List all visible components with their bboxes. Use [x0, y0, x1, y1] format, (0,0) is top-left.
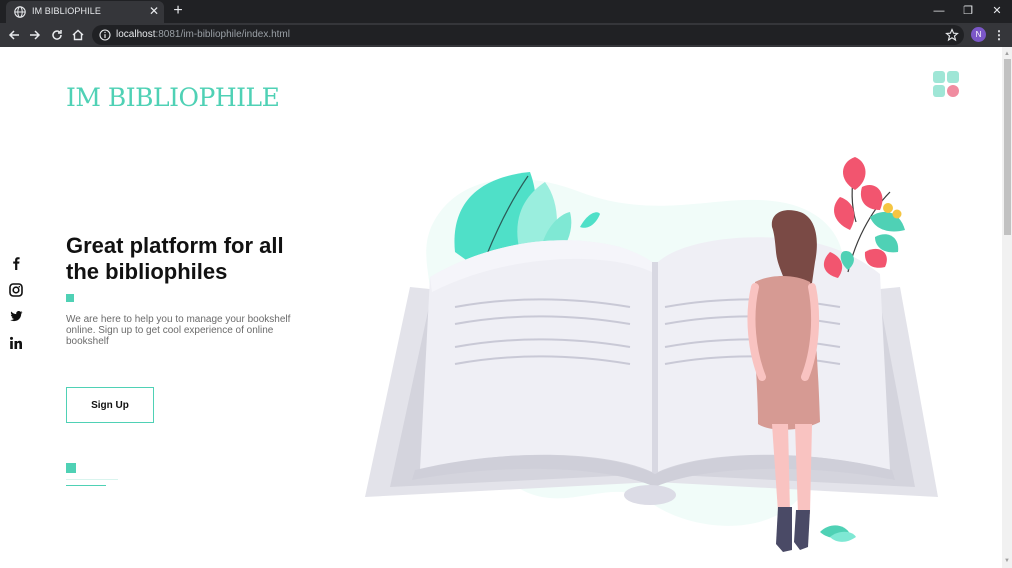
yellow-bud — [892, 209, 902, 219]
book-bookmark — [624, 485, 676, 505]
close-window-button[interactable]: ✕ — [983, 2, 1011, 20]
grid-menu-icon[interactable] — [933, 71, 961, 99]
bookmark-star-icon[interactable] — [944, 27, 960, 43]
sign-up-button[interactable]: Sign Up — [66, 387, 154, 423]
hero-description: We are here to help you to manage your b… — [66, 314, 291, 347]
page-viewport: IM BIBLIOPHILE Great platform for all th… — [0, 47, 1002, 568]
site-logo[interactable]: IM BIBLIOPHILE — [66, 83, 280, 112]
globe-icon — [14, 6, 26, 18]
arrow-left-icon — [8, 30, 19, 40]
book-spine — [652, 262, 658, 474]
instagram-icon[interactable] — [8, 282, 24, 298]
scrollbar-thumb[interactable] — [1004, 59, 1011, 235]
scroll-up-arrow-icon[interactable]: ▲ — [1002, 50, 1012, 58]
pink-petal — [834, 197, 855, 230]
slide-indicator-square — [66, 463, 76, 473]
profile-avatar[interactable]: N — [971, 27, 986, 42]
woman-leg — [795, 424, 812, 514]
forward-button[interactable] — [26, 26, 44, 44]
pink-petal — [842, 157, 866, 190]
scroll-down-arrow-icon[interactable]: ▼ — [1002, 557, 1012, 565]
slide-indicator-track — [66, 479, 118, 480]
arrow-right-icon — [30, 30, 41, 40]
reload-button[interactable] — [48, 26, 66, 44]
minimize-button[interactable]: — — [925, 2, 953, 20]
woman-shoe — [794, 510, 810, 550]
woman-shoe — [776, 507, 792, 552]
hero-headline: Great platform for all the bibliophiles — [66, 233, 284, 284]
browser-menu-icon[interactable]: ⋮ — [992, 27, 1006, 43]
url-path: :8081/im-bibliophile/index.html — [155, 29, 290, 40]
home-icon — [72, 29, 84, 41]
facebook-icon[interactable] — [8, 255, 24, 271]
pink-petal — [864, 248, 887, 268]
linkedin-icon[interactable] — [8, 335, 24, 351]
yellow-bud — [883, 203, 893, 213]
browser-toolbar: localhost:8081/im-bibliophile/index.html… — [0, 23, 1012, 47]
tab-close-icon[interactable]: ✕ — [147, 4, 161, 18]
reload-icon — [52, 30, 62, 40]
accent-marker — [66, 294, 74, 302]
twitter-icon[interactable] — [8, 308, 24, 324]
browser-tab-strip: IM BIBLIOPHILE ✕ + — ❐ ✕ — [0, 0, 1012, 23]
info-icon[interactable] — [99, 29, 111, 41]
back-button[interactable] — [5, 26, 23, 44]
url-host: localhost — [116, 29, 156, 40]
new-tab-button[interactable]: + — [170, 3, 186, 19]
home-button[interactable] — [69, 26, 87, 44]
address-bar[interactable]: localhost:8081/im-bibliophile/index.html — [92, 25, 964, 45]
url-text[interactable]: localhost:8081/im-bibliophile/index.html — [116, 29, 290, 40]
page-scrollbar[interactable]: ▲ ▼ — [1002, 47, 1012, 568]
browser-tab[interactable]: IM BIBLIOPHILE ✕ — [6, 1, 164, 23]
hero-illustration — [365, 157, 938, 552]
restore-button[interactable]: ❐ — [954, 2, 982, 20]
tab-title: IM BIBLIOPHILE — [32, 6, 101, 16]
slide-indicator-progress — [66, 485, 106, 486]
pink-petal — [860, 184, 883, 210]
